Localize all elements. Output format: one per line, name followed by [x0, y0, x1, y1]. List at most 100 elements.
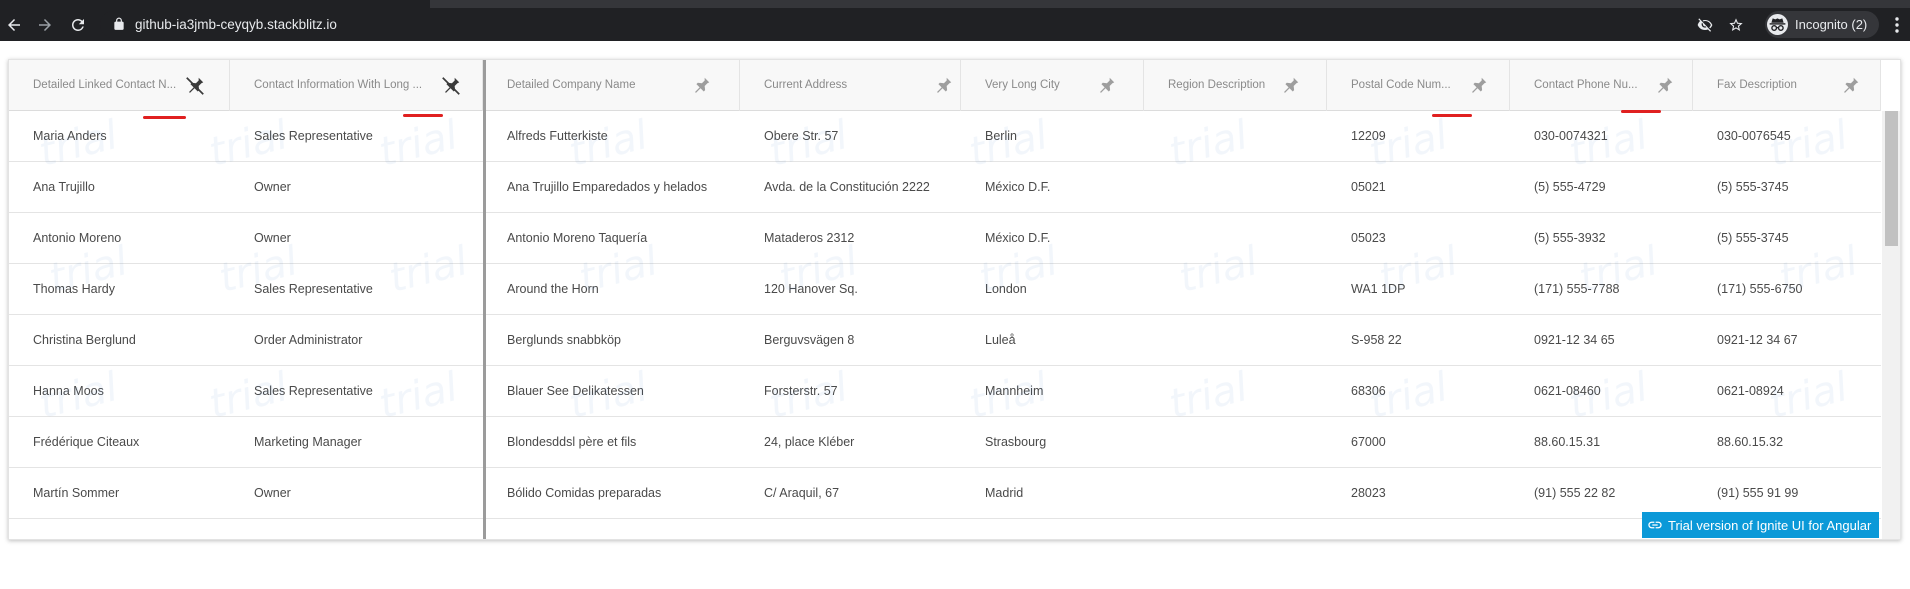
pin-icon[interactable]: [932, 75, 954, 97]
table-cell[interactable]: 88.60.15.31: [1510, 417, 1693, 468]
table-cell[interactable]: Luleå: [961, 315, 1144, 366]
pin-icon[interactable]: [1653, 75, 1675, 97]
kebab-menu-icon[interactable]: [1890, 16, 1904, 34]
table-cell[interactable]: WA1 1DP: [1327, 264, 1510, 315]
table-cell[interactable]: 12209: [1327, 111, 1510, 162]
table-cell[interactable]: Sales Representative: [230, 366, 483, 417]
table-cell[interactable]: [1144, 162, 1327, 213]
lock-icon[interactable]: [112, 17, 126, 31]
incognito-indicator[interactable]: Incognito (2): [1765, 11, 1879, 38]
table-cell[interactable]: [1144, 111, 1327, 162]
pin-icon[interactable]: [1279, 75, 1301, 97]
table-cell[interactable]: México D.F.: [961, 162, 1144, 213]
table-row[interactable]: Ana Trujillo Owner Ana Trujillo Emparedado…: [9, 162, 1881, 213]
table-cell[interactable]: Obere Str. 57: [740, 111, 961, 162]
table-cell[interactable]: Antonio Moreno Taquería: [483, 213, 740, 264]
table-cell[interactable]: Bólido Comidas preparadas: [483, 468, 740, 519]
column-header[interactable]: Detailed Company Name: [483, 60, 740, 111]
table-cell[interactable]: Avda. de la Constitución 2222: [740, 162, 961, 213]
table-cell[interactable]: Frédérique Citeaux: [9, 417, 230, 468]
table-cell[interactable]: 05021: [1327, 162, 1510, 213]
column-header[interactable]: Current Address: [740, 60, 961, 111]
table-cell[interactable]: (5) 555-3745: [1693, 162, 1881, 213]
table-cell[interactable]: Mannheim: [961, 366, 1144, 417]
table-cell[interactable]: 0621-08460: [1510, 366, 1693, 417]
table-cell[interactable]: 120 Hanover Sq.: [740, 264, 961, 315]
table-cell[interactable]: [1144, 417, 1327, 468]
table-cell[interactable]: 05023: [1327, 213, 1510, 264]
table-cell[interactable]: 0921-12 34 65: [1510, 315, 1693, 366]
table-cell[interactable]: Maria Anders: [9, 111, 230, 162]
pin-icon[interactable]: [1095, 75, 1117, 97]
column-header[interactable]: Contact Information With Long ...: [230, 60, 483, 111]
reload-icon[interactable]: [69, 16, 87, 34]
back-arrow-icon[interactable]: [5, 16, 23, 34]
table-cell[interactable]: Around the Horn: [483, 264, 740, 315]
table-row[interactable]: Christina Berglund Order Administrator Ber…: [9, 315, 1881, 366]
table-cell[interactable]: Hanna Moos: [9, 366, 230, 417]
table-cell[interactable]: 030-0076545: [1693, 111, 1881, 162]
column-header[interactable]: Region Description: [1144, 60, 1327, 111]
table-cell[interactable]: (5) 555-3932: [1510, 213, 1693, 264]
scrollbar-thumb[interactable]: [1885, 111, 1898, 246]
eye-off-icon[interactable]: [1697, 17, 1713, 33]
table-cell[interactable]: 030-0074321: [1510, 111, 1693, 162]
url-text[interactable]: github-ia3jmb-ceyqyb.stackblitz.io: [135, 17, 337, 32]
table-cell[interactable]: Owner: [230, 162, 483, 213]
table-cell[interactable]: S-958 22: [1327, 315, 1510, 366]
table-cell[interactable]: 67000: [1327, 417, 1510, 468]
table-cell[interactable]: Berlin: [961, 111, 1144, 162]
unpin-icon[interactable]: [440, 75, 462, 97]
table-cell[interactable]: 0621-08924: [1693, 366, 1881, 417]
table-cell[interactable]: Order Administrator: [230, 315, 483, 366]
vertical-scrollbar[interactable]: [1882, 111, 1900, 539]
address-bar[interactable]: github-ia3jmb-ceyqyb.stackblitz.io: [100, 11, 1770, 38]
table-cell[interactable]: Martín Sommer: [9, 468, 230, 519]
table-cell[interactable]: [1144, 213, 1327, 264]
table-cell[interactable]: Ana Trujillo Emparedados y helados: [483, 162, 740, 213]
table-cell[interactable]: 88.60.15.32: [1693, 417, 1881, 468]
table-cell[interactable]: Blauer See Delikatessen: [483, 366, 740, 417]
table-cell[interactable]: Antonio Moreno: [9, 213, 230, 264]
table-cell[interactable]: Madrid: [961, 468, 1144, 519]
table-cell[interactable]: Berguvsvägen 8: [740, 315, 961, 366]
table-row[interactable]: Frédérique Citeaux Marketing Manager Blond…: [9, 417, 1881, 468]
table-cell[interactable]: (5) 555-4729: [1510, 162, 1693, 213]
table-cell[interactable]: (5) 555-3745: [1693, 213, 1881, 264]
table-cell[interactable]: C/ Araquil, 67: [740, 468, 961, 519]
table-cell[interactable]: Ana Trujillo: [9, 162, 230, 213]
table-cell[interactable]: [1144, 366, 1327, 417]
table-cell[interactable]: 0921-12 34 67: [1693, 315, 1881, 366]
table-cell[interactable]: [1144, 264, 1327, 315]
table-cell[interactable]: Mataderos 2312: [740, 213, 961, 264]
table-cell[interactable]: [1144, 315, 1327, 366]
table-cell[interactable]: 28023: [1327, 468, 1510, 519]
table-cell[interactable]: Christina Berglund: [9, 315, 230, 366]
trial-version-badge[interactable]: Trial version of Ignite UI for Angular: [1642, 512, 1879, 538]
table-cell[interactable]: Alfreds Futterkiste: [483, 111, 740, 162]
table-cell[interactable]: Sales Representative: [230, 111, 483, 162]
table-cell[interactable]: Strasbourg: [961, 417, 1144, 468]
table-cell[interactable]: Berglunds snabbköp: [483, 315, 740, 366]
table-cell[interactable]: 24, place Kléber: [740, 417, 961, 468]
table-cell[interactable]: Forsterstr. 57: [740, 366, 961, 417]
table-cell[interactable]: México D.F.: [961, 213, 1144, 264]
unpin-icon[interactable]: [184, 75, 206, 97]
column-header[interactable]: Detailed Linked Contact N...: [9, 60, 230, 111]
table-row[interactable]: Maria Anders Sales Representative Alfreds …: [9, 111, 1881, 162]
pin-icon[interactable]: [1839, 75, 1861, 97]
table-cell[interactable]: Owner: [230, 468, 483, 519]
table-cell[interactable]: Sales Representative: [230, 264, 483, 315]
forward-arrow-icon[interactable]: [36, 16, 54, 34]
table-cell[interactable]: (171) 555-7788: [1510, 264, 1693, 315]
table-cell[interactable]: Marketing Manager: [230, 417, 483, 468]
column-header[interactable]: Very Long City: [961, 60, 1144, 111]
table-row[interactable]: Hanna Moos Sales Representative Blauer See…: [9, 366, 1881, 417]
column-header[interactable]: Fax Description: [1693, 60, 1881, 111]
table-row[interactable]: Antonio Moreno Owner Antonio Moreno Taquer…: [9, 213, 1881, 264]
column-header[interactable]: Postal Code Num...: [1327, 60, 1510, 111]
column-header[interactable]: Contact Phone Nu...: [1510, 60, 1693, 111]
table-cell[interactable]: 68306: [1327, 366, 1510, 417]
table-row[interactable]: Martín Sommer Owner Bólido Comidas prepara…: [9, 468, 1881, 519]
pin-icon[interactable]: [690, 75, 712, 97]
